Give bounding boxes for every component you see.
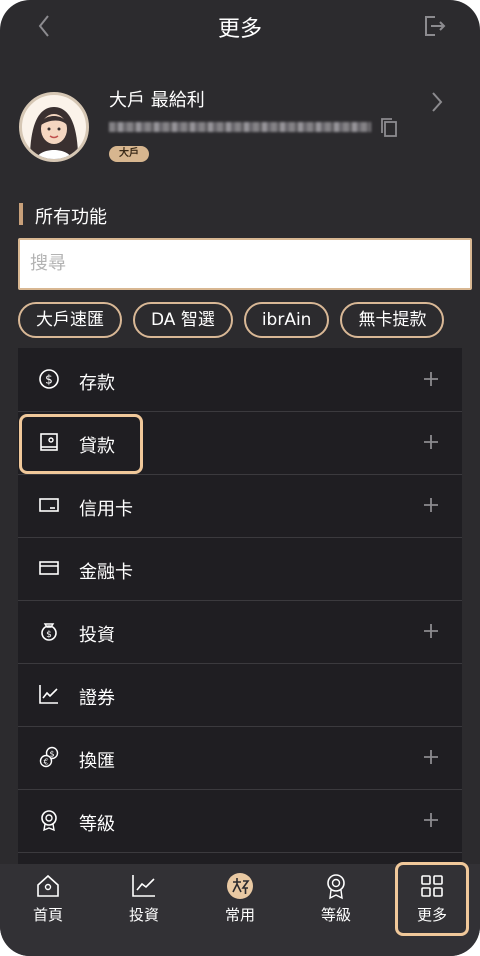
nav-more-highlight-outline xyxy=(395,862,469,936)
loan-highlight-outline xyxy=(19,414,143,474)
menu-item-label: 金融卡 xyxy=(79,562,133,583)
profile-name: 大戶 最給利 xyxy=(109,90,205,111)
search-input[interactable]: 搜尋 xyxy=(18,238,472,290)
section-title: 所有功能 xyxy=(35,207,107,228)
nav-label: 首頁 xyxy=(32,906,63,924)
nav-label: 等級 xyxy=(320,906,351,924)
plus-icon[interactable] xyxy=(422,496,440,514)
plus-icon[interactable] xyxy=(422,748,440,766)
tier-badge: 大戶 xyxy=(109,146,149,162)
credit-card-icon xyxy=(38,494,60,516)
nav-home[interactable]: 首頁 xyxy=(0,864,96,936)
logout-icon[interactable] xyxy=(421,13,447,39)
nav-level[interactable]: 等級 xyxy=(288,864,384,936)
chip-ibrain[interactable]: ibrAin xyxy=(243,302,330,338)
trend-chart-icon xyxy=(130,872,158,900)
dollar-circle-icon: $ xyxy=(38,368,60,390)
menu-item-credit-card[interactable]: 信用卡 xyxy=(18,474,462,538)
chip-quick-transfer[interactable]: 大戶速匯 xyxy=(18,302,122,338)
nav-favorites[interactable]: 常用 xyxy=(192,864,288,936)
svg-text:$: $ xyxy=(45,373,53,387)
svg-text:$: $ xyxy=(46,630,52,640)
nav-investment[interactable]: 投資 xyxy=(96,864,192,936)
chip-da-smart-pick[interactable]: DA 智選 xyxy=(133,302,233,338)
chevron-right-icon[interactable] xyxy=(429,90,445,114)
copy-icon[interactable] xyxy=(379,117,399,139)
nav-label: 投資 xyxy=(128,906,159,924)
menu-item-deposit[interactable]: $ 存款 xyxy=(18,348,462,412)
favorite-logo-icon xyxy=(226,872,254,900)
plus-icon[interactable] xyxy=(422,622,440,640)
currency-exchange-icon: $ € xyxy=(38,746,60,768)
menu-item-label: 投資 xyxy=(79,625,115,646)
nav-label: 常用 xyxy=(224,906,255,924)
plus-icon[interactable] xyxy=(422,811,440,829)
medal-icon xyxy=(38,809,60,832)
chip-cardless-withdrawal[interactable]: 無卡提款 xyxy=(340,302,445,338)
plus-icon[interactable] xyxy=(422,433,440,451)
menu-item-securities[interactable]: 證券 xyxy=(18,663,462,727)
plus-icon[interactable] xyxy=(422,370,440,388)
menu-item-exchange[interactable]: $ € 換匯 xyxy=(18,726,462,790)
money-bag-icon: $ xyxy=(38,620,60,642)
medal-icon xyxy=(322,872,350,900)
menu-item-label: 換匯 xyxy=(79,751,115,772)
menu-item-label: 信用卡 xyxy=(79,499,133,520)
avatar[interactable] xyxy=(19,92,89,162)
menu-item-label: 證券 xyxy=(79,688,115,709)
line-chart-icon xyxy=(38,683,60,705)
menu-item-label: 等級 xyxy=(79,814,115,835)
svg-text:€: € xyxy=(43,758,48,767)
page-title: 更多 xyxy=(217,17,262,42)
section-accent-bar xyxy=(19,203,23,225)
app-screen: 更多 大戶 最給利 大戶 所有功能 搜尋 大戶速匯 DA 智選 ibrAin 無… xyxy=(0,0,480,956)
quick-function-chips: 大戶速匯 DA 智選 ibrAin 無卡提款 xyxy=(18,302,445,338)
menu-item-investment[interactable]: $ 投資 xyxy=(18,600,462,664)
home-icon xyxy=(34,872,62,900)
menu-item-level[interactable]: 等級 xyxy=(18,789,462,853)
header: 更多 xyxy=(0,0,480,54)
masked-account-number xyxy=(109,122,371,132)
debit-card-icon xyxy=(38,557,60,579)
menu-item-debit-card[interactable]: 金融卡 xyxy=(18,537,462,601)
menu-item-label: 存款 xyxy=(79,373,115,394)
